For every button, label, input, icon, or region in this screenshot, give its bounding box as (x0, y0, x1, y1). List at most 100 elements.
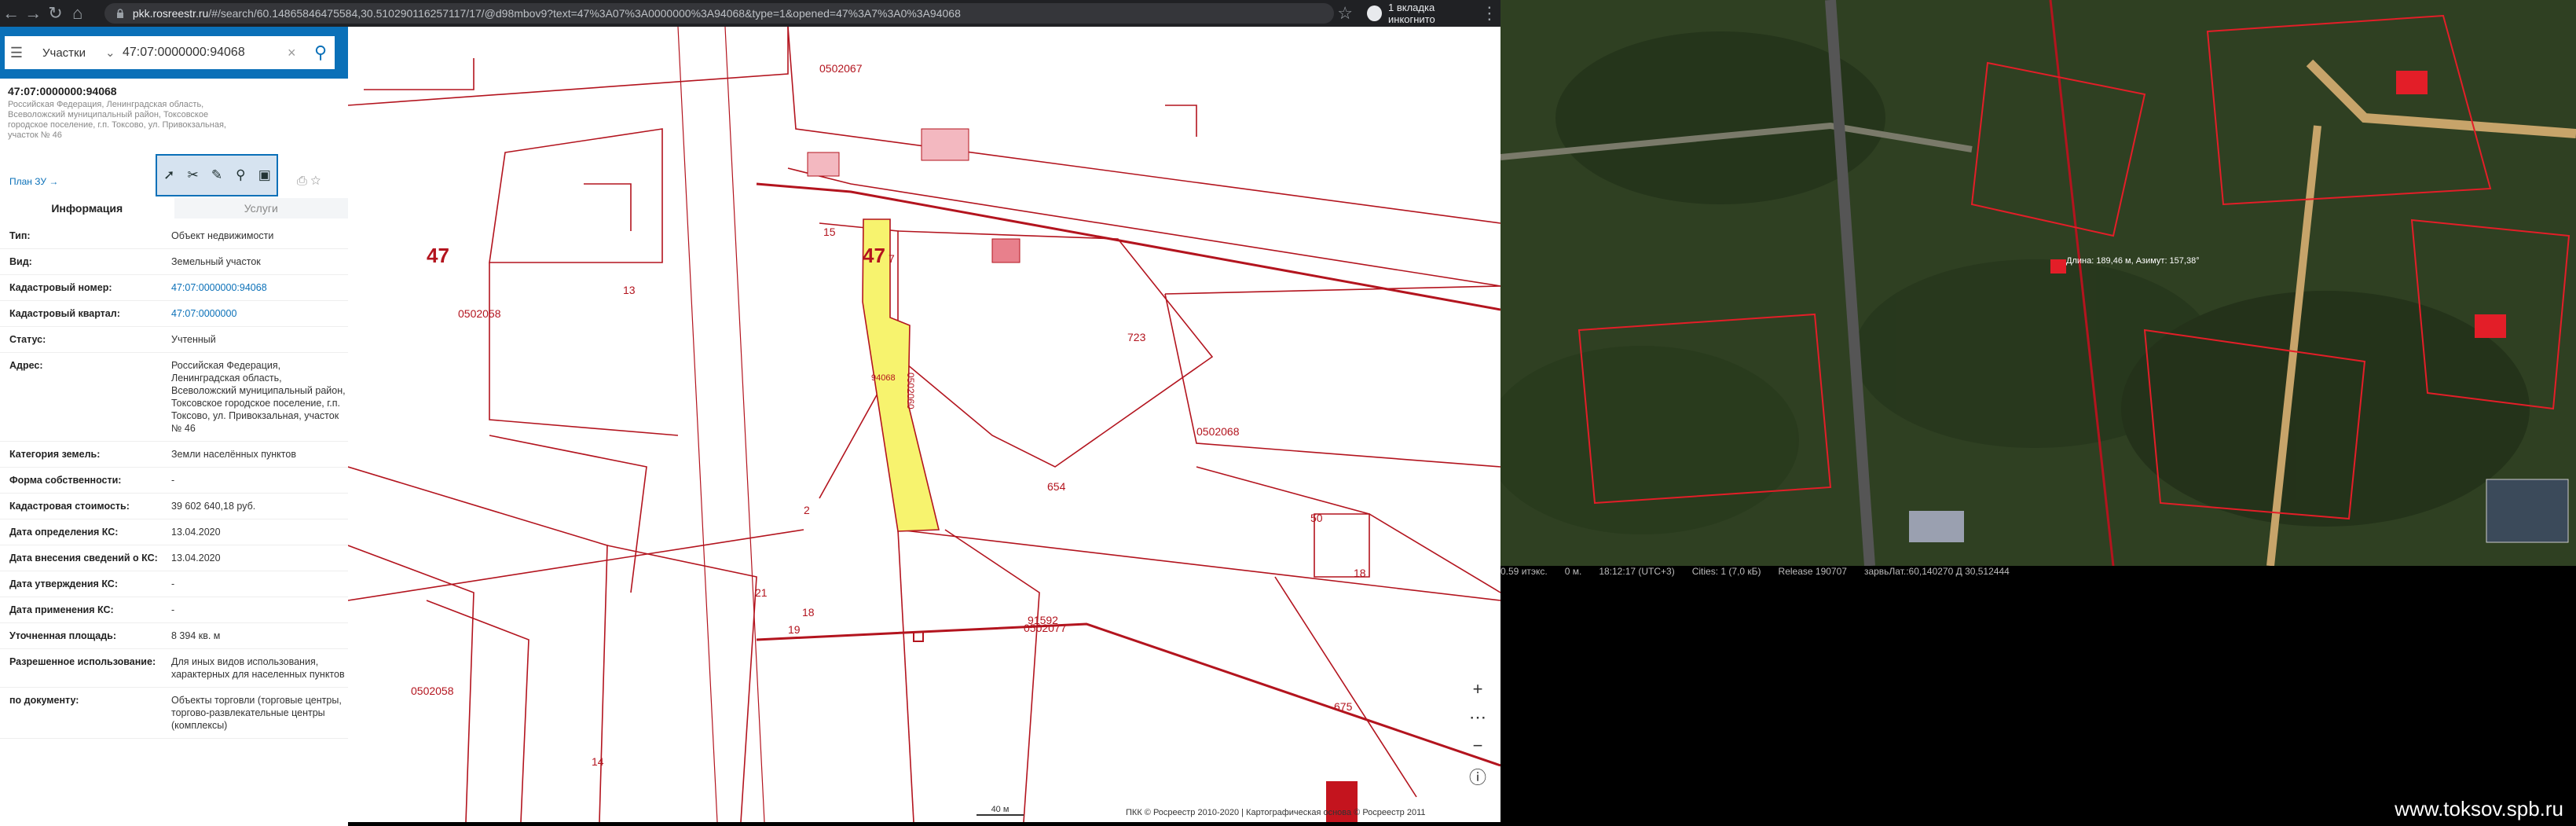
info-row: Статус: Учтенный (0, 327, 348, 353)
map-label: 654 (1047, 480, 1066, 493)
info-table: Тип: Объект недвижимости Вид: Земельный уча… (0, 223, 348, 739)
info-row-label: Адрес: (9, 360, 43, 371)
info-row: Вид: Земельный участок (0, 249, 348, 275)
info-panel: ☰ Участки ⌄ 47:07:0000000:94068 × ⚲ 47:0… (0, 27, 348, 826)
info-row-value: - (171, 578, 175, 589)
map-label: 47 (863, 244, 885, 267)
map-label: 19 (788, 623, 801, 636)
plan-link[interactable]: План ЗУ → (9, 176, 58, 187)
clear-icon[interactable]: × (288, 45, 306, 61)
info-row-value[interactable]: 47:07:0000000 (171, 307, 348, 320)
bookmark-star-icon[interactable]: ☆ (1334, 2, 1356, 25)
pencil-icon[interactable]: ✎ (207, 166, 226, 185)
map-label: 50 (1310, 512, 1323, 524)
map-label: 0502068 (1196, 425, 1240, 438)
tab-info[interactable]: Информация (0, 198, 174, 218)
info-row: Категория земель: Земли населённых пункто… (0, 442, 348, 468)
info-row: Тип: Объект недвижимости (0, 223, 348, 249)
info-row-label: Вид: (9, 256, 32, 267)
map-label: 723 (1127, 331, 1146, 343)
forward-icon[interactable]: → (22, 2, 44, 25)
reload-icon[interactable]: ↻ (44, 2, 66, 25)
info-row-value: Объекты торговли (торговые центры, торго… (171, 695, 342, 731)
chevron-down-icon[interactable]: ⌄ (105, 46, 123, 60)
tab-bar: Информация Услуги (0, 198, 348, 218)
print-icon[interactable]: ⎙ (297, 174, 307, 188)
info-row-value: 8 394 кв. м (171, 630, 221, 641)
tab-services[interactable]: Услуги (174, 198, 348, 218)
zoom-in-button[interactable]: + (1464, 679, 1491, 699)
favorite-star-icon[interactable]: ☆ (310, 174, 321, 188)
incognito-label: 1 вкладка инкогнито (1388, 2, 1435, 25)
search-bar: ☰ Участки ⌄ 47:07:0000000:94068 × ⚲ (0, 27, 348, 79)
search-input[interactable]: 47:07:0000000:94068 (123, 46, 288, 60)
info-row-value: Российская Федерация, Ленинградская обла… (171, 360, 346, 434)
zoom-controls: + ⋯ − ⓘ (1464, 679, 1491, 787)
info-row: Дата определения КС: 13.04.2020 (0, 519, 348, 545)
satellite-view[interactable]: Длина: 189,46 м, Азимут: 157,38° (1501, 0, 2576, 566)
info-row-label: по документу: (9, 695, 79, 706)
parcel-quarter-label: 0502060 (905, 373, 916, 409)
info-row: Форма собственности: - (0, 468, 348, 494)
browser-toolbar: ← → ↻ ⌂ pkk.rosreestr.ru /#/search/60.14… (0, 0, 1501, 27)
info-row-value: 39 602 640,18 руб. (171, 501, 256, 512)
map-copyright: ПКК © Росреестр 2010-2020 | Картографиче… (1126, 808, 1426, 817)
map-label: 0502058 (411, 685, 454, 697)
info-row: Адрес: Российская Федерация, Ленинградска… (0, 353, 348, 442)
info-row-value[interactable]: 47:07:0000000:94068 (171, 281, 348, 294)
info-row-label: Дата определения КС: (9, 527, 119, 538)
address-bar[interactable]: pkk.rosreestr.ru /#/search/60.1486584647… (104, 3, 1335, 24)
info-row-label: Статус: (9, 334, 46, 345)
save-icon[interactable]: ▣ (255, 166, 274, 185)
home-icon[interactable]: ⌂ (67, 2, 89, 25)
info-row: Уточненная площадь: 8 394 кв. м (0, 623, 348, 649)
info-row: Кадастровая стоимость: 39 602 640,18 руб. (0, 494, 348, 519)
info-row-value: Для иных видов использования, характерны… (171, 656, 345, 680)
info-row: Кадастровый квартал: 47:07:0000000 (0, 301, 348, 327)
info-row-label: Кадастровый номер: (9, 282, 112, 293)
incognito-indicator[interactable]: 1 вкладка инкогнито (1367, 2, 1479, 25)
search-icon[interactable]: ⚲ (306, 42, 335, 63)
hamburger-icon[interactable]: ☰ (5, 45, 28, 61)
map-label: 47 (427, 244, 449, 267)
satellite-canvas[interactable]: Длина: 189,46 м, Азимут: 157,38° (1501, 0, 2576, 566)
info-row-label: Дата утверждения КС: (9, 578, 118, 589)
scissors-icon[interactable]: ✂ (184, 166, 203, 185)
info-row-value: - (171, 604, 175, 615)
info-row-value: 13.04.2020 (171, 553, 221, 564)
info-row-value: Земли населённых пунктов (171, 449, 296, 460)
map-canvas[interactable]: 47 47050205805020680502077050206713723654… (348, 27, 1501, 822)
map-label: 7 (889, 252, 895, 265)
info-row-label: Разрешенное использование: (9, 656, 156, 667)
info-row-value: Земельный участок (171, 256, 261, 267)
cadastral-map[interactable]: 47 47 0502058 0502068 0502077 0502067 13 723 654… (348, 27, 1501, 822)
info-row: Дата внесения сведений о КС: 13.04.2020 (0, 545, 348, 571)
search-type-select[interactable]: Участки (28, 46, 105, 60)
site-watermark: www.toksov.spb.ru (2395, 797, 2563, 820)
back-icon[interactable]: ← (0, 2, 22, 25)
info-icon[interactable]: ⓘ (1464, 764, 1491, 787)
info-row-label: Дата применения КС: (9, 604, 114, 615)
info-row-value: 13.04.2020 (171, 527, 221, 538)
map-label: 2 (804, 504, 810, 516)
lock-icon (116, 9, 123, 18)
info-row-label: Кадастровая стоимость: (9, 501, 130, 512)
incognito-icon (1367, 6, 1382, 21)
status-item: Release 190707 (1778, 566, 1847, 577)
status-item: 0 м. (1564, 566, 1582, 577)
panel-actions: ⎙ ☆ (297, 174, 321, 189)
map-label: 21 (755, 586, 768, 599)
measure-toolbar: ➚ ✂ ✎ ⚲ ▣ (156, 154, 278, 196)
more-icon[interactable]: ⋯ (1464, 707, 1491, 728)
status-item: 0.59 итэкс. (1501, 566, 1548, 577)
object-subtitle: Российская Федерация, Ленинградская обла… (8, 100, 226, 140)
info-row-value: - (171, 475, 175, 486)
zoom-icon[interactable]: ⚲ (231, 166, 250, 185)
measure-line-icon[interactable]: ➚ (159, 166, 178, 185)
zoom-out-button[interactable]: − (1464, 736, 1491, 756)
menu-dots-icon[interactable]: ⋮ (1479, 2, 1501, 25)
info-row: Кадастровый номер: 47:07:0000000:94068 (0, 275, 348, 301)
info-row-label: Форма собственности: (9, 475, 122, 486)
search-box: ☰ Участки ⌄ 47:07:0000000:94068 × ⚲ (5, 36, 335, 69)
info-row: Дата применения КС: - (0, 597, 348, 623)
